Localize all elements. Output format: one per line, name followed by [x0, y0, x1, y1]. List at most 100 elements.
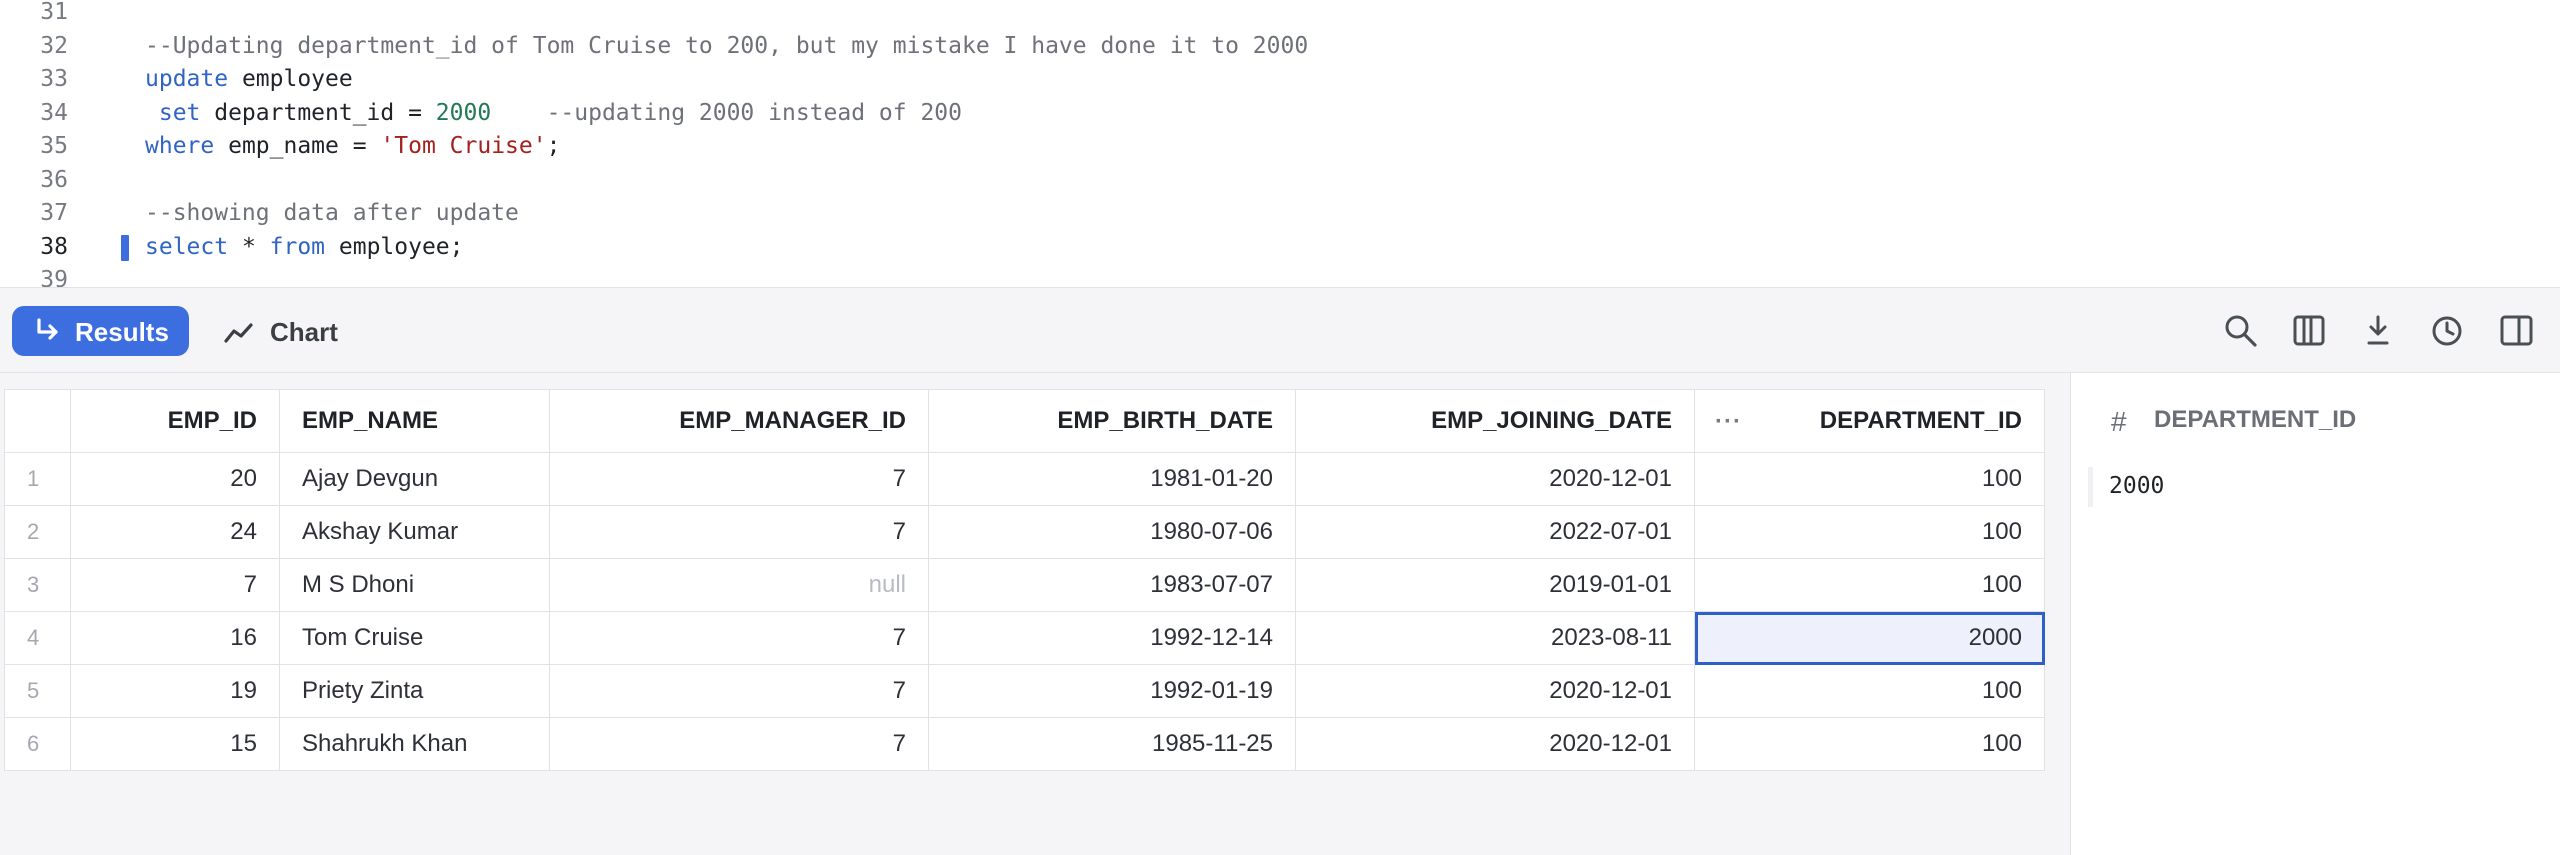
- results-area: EMP_ID EMP_NAME EMP_MANAGER_ID EMP_BIRTH…: [0, 373, 2070, 855]
- code-line[interactable]: 38 select * from employee;: [0, 231, 2560, 264]
- table-cell[interactable]: 1992-12-14: [928, 611, 1296, 665]
- table-cell[interactable]: 1992-01-19: [928, 664, 1296, 718]
- code-line[interactable]: 39: [0, 264, 2560, 287]
- table-cell[interactable]: 2000: [1694, 611, 2045, 665]
- table-cell[interactable]: 2019-01-01: [1295, 558, 1695, 612]
- table-cell[interactable]: 2022-07-01: [1295, 505, 1695, 559]
- column-header-emp-id[interactable]: EMP_ID: [70, 389, 280, 453]
- table-row[interactable]: 2 24 Akshay Kumar 7 1980-07-06 2022-07-01 100: [4, 505, 2045, 559]
- column-header-emp-name[interactable]: EMP_NAME: [279, 389, 550, 453]
- search-icon[interactable]: [2222, 312, 2260, 350]
- table-cell[interactable]: 2020-12-01: [1295, 664, 1695, 718]
- table-row[interactable]: 6 15 Shahrukh Khan 7 1985-11-25 2020-12-01 100: [4, 717, 2045, 771]
- table-cell[interactable]: 7: [549, 611, 929, 665]
- code-text: where emp_name = 'Tom Cruise';: [145, 130, 560, 163]
- column-header-emp-joining-date[interactable]: EMP_JOINING_DATE: [1295, 389, 1695, 453]
- table-cell[interactable]: 15: [70, 717, 280, 771]
- code-line[interactable]: 37 --showing data after update: [0, 197, 2560, 230]
- table-cell[interactable]: 7: [549, 717, 929, 771]
- active-line-marker: [121, 234, 129, 261]
- table-cell[interactable]: Ajay Devgun: [279, 452, 550, 506]
- results-table: EMP_ID EMP_NAME EMP_MANAGER_ID EMP_BIRTH…: [4, 389, 2045, 771]
- table-cell[interactable]: null: [549, 558, 929, 612]
- table-cell[interactable]: 100: [1694, 452, 2045, 506]
- code-line[interactable]: 34 set department_id = 2000 --updating 2…: [0, 97, 2560, 130]
- code-token: --updating 2000 instead of 200: [491, 99, 962, 126]
- table-cell[interactable]: 2020-12-01: [1295, 717, 1695, 771]
- table-row[interactable]: 1 20 Ajay Devgun 7 1981-01-20 2020-12-01 100: [4, 452, 2045, 506]
- row-number: 4: [4, 611, 71, 665]
- table-cell[interactable]: 100: [1694, 664, 2045, 718]
- code-token: emp_name =: [214, 133, 381, 159]
- code-line[interactable]: 36: [0, 164, 2560, 197]
- code-token: --showing data after update: [145, 200, 519, 226]
- download-icon[interactable]: [2360, 312, 2398, 350]
- row-number: 3: [4, 558, 71, 612]
- table-cell[interactable]: 100: [1694, 717, 2045, 771]
- table-row[interactable]: 5 19 Priety Zinta 7 1992-01-19 2020-12-01 100: [4, 664, 2045, 718]
- column-header-emp-manager-id[interactable]: EMP_MANAGER_ID: [549, 389, 929, 453]
- panel-column-title: DEPARTMENT_ID: [2154, 406, 2357, 433]
- table-cell[interactable]: M S Dhoni: [279, 558, 550, 612]
- table-cell[interactable]: 1985-11-25: [928, 717, 1296, 771]
- line-number: 38: [40, 233, 68, 260]
- table-cell[interactable]: 1981-01-20: [928, 452, 1296, 506]
- code-text: select * from employee;: [145, 231, 464, 264]
- line-chart-icon: [224, 320, 254, 351]
- line-number: 35: [40, 133, 68, 159]
- table-row[interactable]: 4 16 Tom Cruise 7 1992-12-14 2023-08-11 2000: [4, 611, 2045, 665]
- table-cell[interactable]: Akshay Kumar: [279, 505, 550, 559]
- line-number: 36: [40, 166, 68, 193]
- code-text: --showing data after update: [145, 197, 519, 230]
- column-menu-icon[interactable]: ···: [1715, 408, 1742, 436]
- code-line[interactable]: 31: [0, 0, 2560, 29]
- table-cell[interactable]: 7: [549, 505, 929, 559]
- chart-tab-label: Chart: [270, 317, 338, 347]
- number-type-icon: #: [2111, 406, 2127, 437]
- code-text: set department_id = 2000 --updating 2000…: [145, 97, 962, 130]
- code-line[interactable]: 35 where emp_name = 'Tom Cruise';: [0, 130, 2560, 163]
- column-header-label: DEPARTMENT_ID: [1819, 407, 2022, 434]
- table-row[interactable]: 37M S Dhoni null 1983-07-07 2019-01-01 100: [4, 558, 2045, 612]
- code-line[interactable]: 32 --Updating department_id of Tom Cruise…: [0, 30, 2560, 63]
- row-number: 1: [4, 452, 71, 506]
- results-tab-button[interactable]: Results: [12, 306, 189, 356]
- table-cell[interactable]: 20: [70, 452, 280, 506]
- table-cell[interactable]: 2020-12-01: [1295, 452, 1695, 506]
- code-token: *: [228, 233, 270, 260]
- row-number: 6: [4, 717, 71, 771]
- table-cell[interactable]: Tom Cruise: [279, 611, 550, 665]
- table-cell[interactable]: 24: [70, 505, 280, 559]
- code-token: where: [145, 133, 215, 159]
- code-text: --Updating department_id of Tom Cruise t…: [145, 30, 1308, 63]
- columns-icon[interactable]: [2291, 312, 2329, 350]
- column-header-emp-birth-date[interactable]: EMP_BIRTH_DATE: [928, 389, 1296, 453]
- table-cell[interactable]: 1983-07-07: [928, 558, 1296, 612]
- table-cell[interactable]: 100: [1694, 505, 2045, 559]
- table-cell[interactable]: Shahrukh Khan: [279, 717, 550, 771]
- table-cell[interactable]: 1980-07-06: [928, 505, 1296, 559]
- table-cell[interactable]: 16: [70, 611, 280, 665]
- table-cell[interactable]: 7: [549, 664, 929, 718]
- code-token: department_id =: [200, 99, 436, 126]
- table-cell[interactable]: 7: [70, 558, 280, 612]
- code-token: employee: [228, 66, 353, 92]
- chart-tab-button[interactable]: Chart: [216, 306, 366, 356]
- code-line[interactable]: 33 update employee: [0, 63, 2560, 96]
- table-cell[interactable]: 100: [1694, 558, 2045, 612]
- table-cell[interactable]: 2023-08-11: [1295, 611, 1695, 665]
- line-number: 32: [40, 32, 68, 59]
- table-cell[interactable]: Priety Zinta: [279, 664, 550, 718]
- results-tab-label: Results: [75, 317, 169, 347]
- side-panel-icon[interactable]: [2498, 312, 2536, 350]
- sql-editor[interactable]: 31 32 --Updating department_id of Tom Crui…: [0, 0, 2560, 287]
- code-text: update employee: [145, 63, 353, 96]
- panel-cell-value[interactable]: 2000: [2109, 473, 2164, 499]
- row-number: 2: [4, 505, 71, 559]
- code-token: 2000: [435, 99, 492, 126]
- column-header-department-id[interactable]: ··· DEPARTMENT_ID: [1694, 389, 2045, 453]
- history-icon[interactable]: [2429, 312, 2467, 350]
- table-cell[interactable]: 19: [70, 664, 280, 718]
- table-cell[interactable]: 7: [549, 452, 929, 506]
- panel-value-indicator: [2088, 467, 2093, 507]
